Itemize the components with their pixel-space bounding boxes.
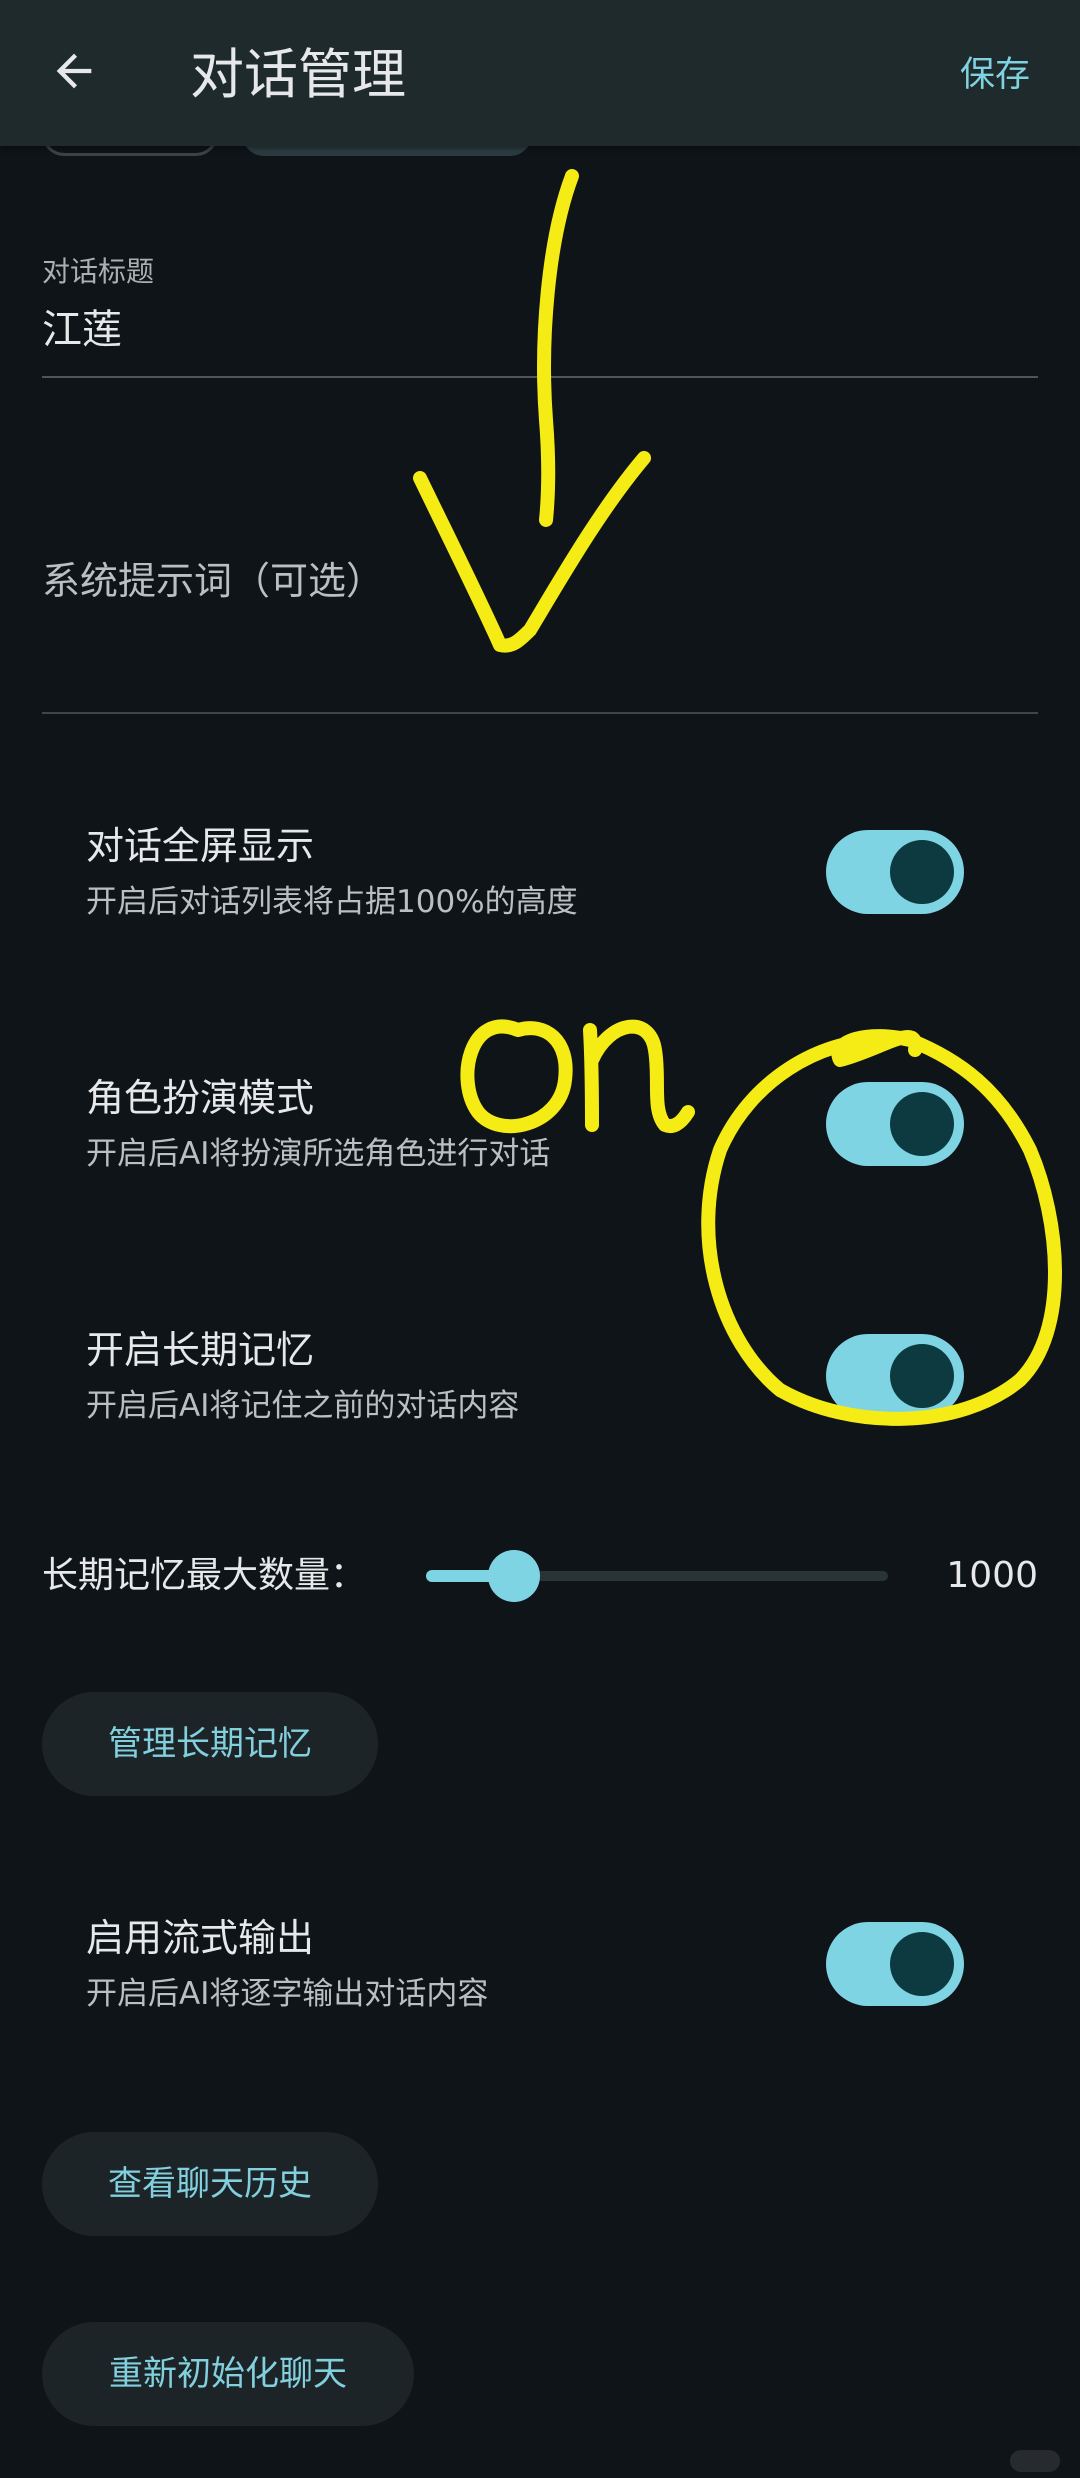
toggle-fullscreen[interactable] [826,830,964,914]
arrow-left-icon [56,53,92,89]
top-app-bar: 对话管理 保存 [0,0,1080,146]
toggle-roleplay[interactable] [826,1082,964,1166]
reinit-chat-button[interactable]: 重新初始化聊天 [42,2322,414,2426]
annotation-arrow-head [413,451,651,653]
switch-thumb [890,1092,954,1156]
setting-title: 开启长期记忆 [86,1328,315,1372]
annotation-letter-o [460,1019,573,1134]
back-button[interactable] [36,33,112,109]
system-prompt-placeholder[interactable]: 系统提示词（可选） [42,552,384,610]
toggle-long-term-memory[interactable] [826,1334,964,1418]
setting-title: 角色扮演模式 [86,1076,315,1120]
title-field-value[interactable]: 江莲 [42,304,122,356]
setting-subtitle: 开启后AI将记住之前的对话内容 [86,1388,520,1424]
switch-thumb [890,840,954,904]
memory-limit-value: 1000 [946,1555,1038,1596]
memory-limit-label: 长期记忆最大数量： [42,1555,367,1596]
watermark [1010,2450,1060,2472]
setting-subtitle: 开启后AI将扮演所选角色进行对话 [86,1136,551,1172]
setting-title: 启用流式输出 [86,1916,315,1960]
save-button[interactable]: 保存 [960,46,1030,104]
view-history-button[interactable]: 查看聊天历史 [42,2132,378,2236]
manage-memory-button[interactable]: 管理长期记忆 [42,1692,378,1796]
annotation-arrow-shaft [537,169,579,527]
annotation-letter-n [583,1019,695,1134]
handwritten-annotation [413,169,1062,1426]
setting-subtitle: 开启后对话列表将占据100%的高度 [86,884,578,920]
switch-thumb [890,1344,954,1408]
switch-thumb [890,1932,954,1996]
app-screen: 对话管理 保存 对话标题 江莲 系统提示词（可选） 对话全屏显示 开启后对话列表… [0,0,1080,2478]
title-field-underline [42,376,1038,378]
title-field-label: 对话标题 [42,255,155,288]
system-prompt-underline [42,712,1038,714]
toggle-streaming[interactable] [826,1922,964,2006]
page-title: 对话管理 [190,43,406,106]
setting-title: 对话全屏显示 [86,824,315,868]
slider-thumb[interactable] [487,1550,540,1602]
setting-subtitle: 开启后AI将逐字输出对话内容 [86,1976,489,2012]
